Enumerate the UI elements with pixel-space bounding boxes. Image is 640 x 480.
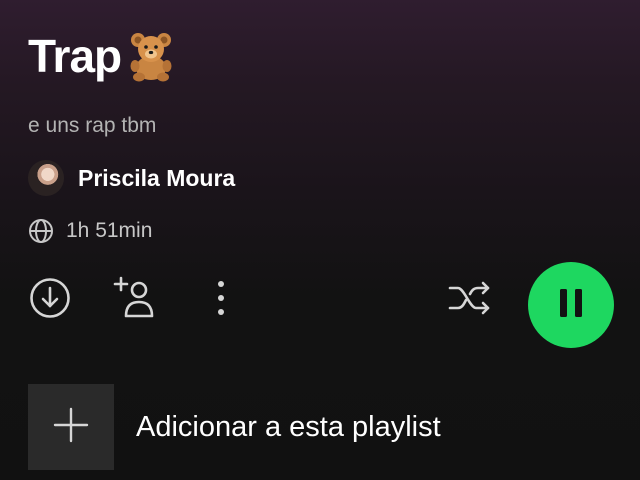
shuffle-button[interactable] bbox=[444, 276, 496, 324]
add-user-icon bbox=[110, 272, 162, 329]
shuffle-icon bbox=[446, 278, 494, 323]
playlist-owner[interactable]: Priscila Moura bbox=[28, 160, 235, 196]
add-user-button[interactable] bbox=[108, 272, 164, 328]
playlist-header: Trap bbox=[28, 30, 175, 82]
add-to-playlist-row[interactable]: Adicionar a esta playlist bbox=[28, 384, 441, 470]
plus-icon bbox=[51, 405, 91, 450]
download-circle-icon bbox=[29, 277, 71, 324]
avatar[interactable] bbox=[28, 160, 64, 196]
download-button[interactable] bbox=[26, 276, 74, 324]
add-to-playlist-label[interactable]: Adicionar a esta playlist bbox=[136, 411, 441, 444]
playlist-description: e uns rap tbm bbox=[28, 114, 157, 137]
more-vertical-icon bbox=[215, 278, 227, 323]
playlist-duration: 1h 51min bbox=[66, 219, 153, 242]
owner-name[interactable]: Priscila Moura bbox=[78, 165, 235, 192]
pause-button[interactable] bbox=[528, 262, 614, 348]
playlist-meta: 1h 51min bbox=[28, 218, 152, 244]
add-to-playlist-button[interactable] bbox=[28, 384, 114, 470]
teddy-bear-icon bbox=[127, 30, 175, 82]
playlist-title: Trap bbox=[28, 30, 122, 82]
pause-icon bbox=[557, 288, 585, 323]
globe-icon bbox=[28, 218, 54, 244]
more-options-button[interactable] bbox=[198, 276, 244, 324]
playlist-actions bbox=[0, 262, 640, 348]
